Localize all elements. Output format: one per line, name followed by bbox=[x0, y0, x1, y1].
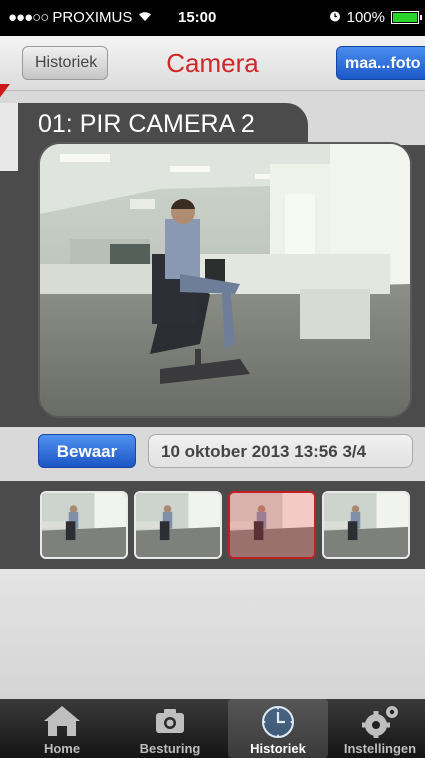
status-time: 15:00 bbox=[178, 9, 217, 26]
clock-icon bbox=[259, 703, 297, 744]
alarm-icon bbox=[329, 9, 341, 26]
annotation-arrow-icon bbox=[0, 84, 10, 98]
battery-icon bbox=[391, 11, 422, 24]
office-photo bbox=[40, 144, 410, 416]
tab-label: Home bbox=[43, 741, 81, 756]
battery-area: 100% bbox=[329, 9, 422, 26]
carrier-info: ●●●○○ PROXIMUS bbox=[8, 9, 152, 26]
camera-snapshot[interactable] bbox=[38, 142, 412, 418]
tab-label: Instellingen bbox=[343, 741, 417, 756]
tab-home[interactable]: Home bbox=[12, 699, 112, 758]
carrier-name: PROXIMUS bbox=[52, 9, 133, 26]
tab-label: Historiek bbox=[250, 741, 306, 756]
thumbnail-4[interactable] bbox=[322, 491, 410, 559]
camera-header: 01: PIR CAMERA 2 bbox=[18, 103, 308, 145]
tab-instellingen[interactable]: Instellingen bbox=[330, 699, 425, 758]
wifi-icon bbox=[138, 9, 152, 26]
thumbnail-3-selected[interactable] bbox=[228, 491, 316, 559]
home-icon bbox=[42, 703, 82, 742]
tab-besturing[interactable]: Besturing bbox=[120, 699, 220, 758]
timestamp-display: 10 oktober 2013 13:56 3/4 bbox=[148, 434, 413, 468]
thumbnail-image bbox=[324, 493, 408, 557]
camera-icon bbox=[153, 703, 187, 740]
battery-percent: 100% bbox=[346, 9, 385, 26]
take-photo-button[interactable]: maa...foto bbox=[336, 46, 425, 80]
navigation-bar: Historiek Camera maa...foto bbox=[0, 36, 425, 91]
gears-icon bbox=[358, 703, 402, 742]
status-bar: ●●●○○ PROXIMUS 15:00 100% bbox=[0, 0, 425, 36]
save-button[interactable]: Bewaar bbox=[38, 434, 136, 468]
thumbnail-image bbox=[42, 493, 126, 557]
thumbnail-image bbox=[230, 493, 314, 557]
tab-label: Besturing bbox=[139, 741, 201, 756]
content-background bbox=[0, 569, 425, 699]
signal-strength-icon: ●●●○○ bbox=[8, 9, 49, 26]
thumbnail-1[interactable] bbox=[40, 491, 128, 559]
camera-name: 01: PIR CAMERA 2 bbox=[38, 110, 255, 138]
tab-bar: Home Besturing Historiek Instellingen bbox=[0, 699, 425, 758]
panel-notch bbox=[0, 103, 18, 171]
thumbnail-image bbox=[136, 493, 220, 557]
thumbnail-2[interactable] bbox=[134, 491, 222, 559]
tab-historiek[interactable]: Historiek bbox=[228, 699, 328, 758]
